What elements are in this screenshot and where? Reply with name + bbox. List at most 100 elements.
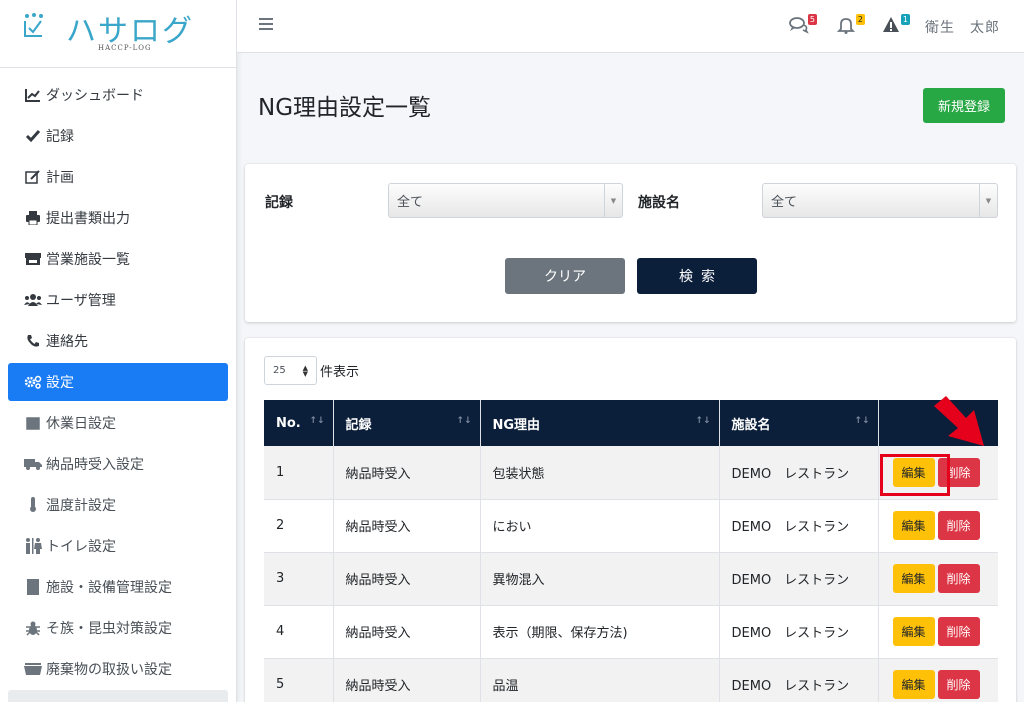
- cell-reason: 包装状態: [480, 446, 720, 500]
- table-row: 3 納品時受入 異物混入 DEMO レストラン 編集 削除: [264, 552, 998, 606]
- thermometer-icon: [24, 496, 42, 513]
- sidebar-item-waste[interactable]: 廃棄物の取扱い設定: [0, 648, 236, 689]
- table-row: 4 納品時受入 表示（期限、保存方法) DEMO レストラン 編集 削除: [264, 605, 998, 659]
- restroom-icon: [24, 537, 42, 554]
- sidebar-item-records[interactable]: 記録: [0, 115, 236, 156]
- facility-filter-value: 全て: [771, 195, 798, 210]
- notifications-button[interactable]: 2: [836, 14, 865, 36]
- cell-record: 納品時受入: [333, 499, 481, 553]
- alerts-badge: 1: [900, 14, 910, 25]
- sidebar-item-settings[interactable]: 設定: [8, 363, 228, 401]
- cell-record: 納品時受入: [333, 446, 481, 500]
- new-register-button[interactable]: 新規登録: [923, 88, 1005, 123]
- sort-icon: ↑↓: [309, 416, 325, 426]
- dumpster-icon: [24, 661, 42, 677]
- user-menu[interactable]: 衛生 太郎: [925, 17, 1000, 37]
- cell-reason: におい: [480, 499, 720, 553]
- check-icon: [24, 128, 42, 144]
- sidebar-item-label: 温度計設定: [46, 497, 116, 514]
- cell-actions: 編集 削除: [878, 499, 998, 553]
- edit-icon: [24, 169, 42, 185]
- sidebar-item-label: ダッシュボード: [46, 87, 144, 104]
- facility-filter-label: 施設名: [638, 195, 680, 211]
- column-header-label: 記録: [345, 417, 372, 433]
- annotation-highlight-box: [880, 454, 950, 496]
- truck-icon: [24, 456, 42, 472]
- sidebar-item-dashboard[interactable]: ダッシュボード: [0, 74, 236, 115]
- sort-arrows-icon: ▲ ▼: [302, 364, 308, 378]
- users-icon: [24, 292, 42, 308]
- sidebar-item-label: 設定: [46, 375, 74, 391]
- search-card: 記録 全て ▼ 施設名 全て ▼ クリア 検索: [245, 164, 1016, 322]
- page-size-label: 件表示: [320, 365, 360, 380]
- sort-icon: ↑↓: [456, 416, 472, 426]
- sidebar-item-label: 施設・設備管理設定: [46, 579, 172, 596]
- facility-filter-select[interactable]: 全て ▼: [762, 183, 998, 218]
- sidebar-item-restroom[interactable]: トイレ設定: [0, 525, 236, 566]
- record-filter-select[interactable]: 全て ▼: [388, 183, 623, 218]
- alerts-button[interactable]: 1: [882, 14, 910, 36]
- menu-toggle-icon[interactable]: [259, 18, 273, 32]
- sidebar-item-holidays[interactable]: 休業日設定: [0, 402, 236, 443]
- sidebar-item-contacts[interactable]: 連絡先: [0, 320, 236, 361]
- sidebar-item-thermometer[interactable]: 温度計設定: [0, 484, 236, 525]
- column-header-no[interactable]: No. ↑↓: [264, 400, 334, 446]
- delete-button[interactable]: 削除: [937, 564, 980, 593]
- page-size-select[interactable]: 25 ▲ ▼: [264, 356, 317, 385]
- brand-subtitle: HACCP-LOG: [98, 44, 152, 52]
- delete-button[interactable]: 削除: [937, 511, 980, 540]
- cell-facility: DEMO レストラン: [719, 605, 879, 659]
- edit-button[interactable]: 編集: [892, 617, 935, 646]
- sidebar-item-delivery[interactable]: 納品時受入設定: [0, 443, 236, 484]
- logo-icon: [24, 13, 43, 37]
- cell-actions: 編集 削除: [878, 605, 998, 659]
- column-header-reason[interactable]: NG理由 ↑↓: [480, 400, 720, 446]
- messages-badge: 5: [807, 14, 817, 25]
- cell-record: 納品時受入: [333, 552, 481, 606]
- chevron-down-icon: ▼: [979, 184, 997, 217]
- sort-icon: ↑↓: [695, 416, 711, 426]
- sidebar-item-users[interactable]: ユーザ管理: [0, 279, 236, 320]
- notifications-badge: 2: [855, 14, 865, 25]
- warning-icon: [883, 17, 899, 32]
- cogs-icon: [24, 374, 42, 390]
- delete-button[interactable]: 削除: [937, 670, 980, 699]
- cell-facility: DEMO レストラン: [719, 658, 879, 702]
- edit-button[interactable]: 編集: [892, 564, 935, 593]
- sidebar-item-label: 納品時受入設定: [46, 456, 144, 473]
- delete-button[interactable]: 削除: [937, 617, 980, 646]
- edit-button[interactable]: 編集: [892, 670, 935, 699]
- column-header-record[interactable]: 記録 ↑↓: [333, 400, 481, 446]
- cell-record: 納品時受入: [333, 658, 481, 702]
- sidebar-item-partial[interactable]: [8, 690, 228, 702]
- sidebar-item-pest-control[interactable]: そ族・昆虫対策設定: [0, 607, 236, 648]
- sort-icon: ↑↓: [854, 416, 870, 426]
- comments-icon: [789, 17, 809, 34]
- record-filter-value: 全て: [397, 195, 424, 210]
- page-title: NG理由設定一覧: [258, 95, 432, 121]
- cell-no: 1: [264, 446, 334, 500]
- column-header-facility[interactable]: 施設名 ↑↓: [719, 400, 879, 446]
- table-header-row: No. ↑↓ 記録 ↑↓ NG理由 ↑↓ 施設名 ↑↓: [264, 400, 998, 446]
- sidebar-item-print[interactable]: 提出書類出力: [0, 197, 236, 238]
- messages-button[interactable]: 5: [789, 14, 817, 36]
- sidebar-item-label: 営業施設一覧: [46, 251, 130, 268]
- edit-button[interactable]: 編集: [892, 511, 935, 540]
- clear-button[interactable]: クリア: [505, 258, 625, 294]
- phone-icon: [24, 333, 42, 349]
- calendar-icon: [24, 415, 42, 431]
- sidebar-item-plan[interactable]: 計画: [0, 156, 236, 197]
- table-row: 5 納品時受入 品温 DEMO レストラン 編集 削除: [264, 658, 998, 702]
- bell-icon: [836, 18, 856, 34]
- print-icon: [24, 210, 42, 226]
- table-row: 2 納品時受入 におい DEMO レストラン 編集 削除: [264, 499, 998, 553]
- search-button[interactable]: 検索: [637, 258, 757, 294]
- sidebar-item-equipment[interactable]: 施設・設備管理設定: [0, 566, 236, 607]
- sidebar-nav: ダッシュボード 記録 計画 提出書類出力 営業施設一覧 ユーザ管理 連絡先 設定…: [0, 68, 236, 689]
- sidebar-item-facilities[interactable]: 営業施設一覧: [0, 238, 236, 279]
- cell-actions: 編集 削除: [878, 658, 998, 702]
- building-icon: [24, 578, 42, 595]
- column-header-label: No.: [276, 415, 301, 431]
- list-card: 25 ▲ ▼ 件表示 No. ↑↓ 記録 ↑↓ NG理由 ↑↓ 施設名 ↑↓ 1 納品時受…: [245, 338, 1016, 702]
- brand[interactable]: ハサログ HACCP-LOG: [0, 0, 236, 68]
